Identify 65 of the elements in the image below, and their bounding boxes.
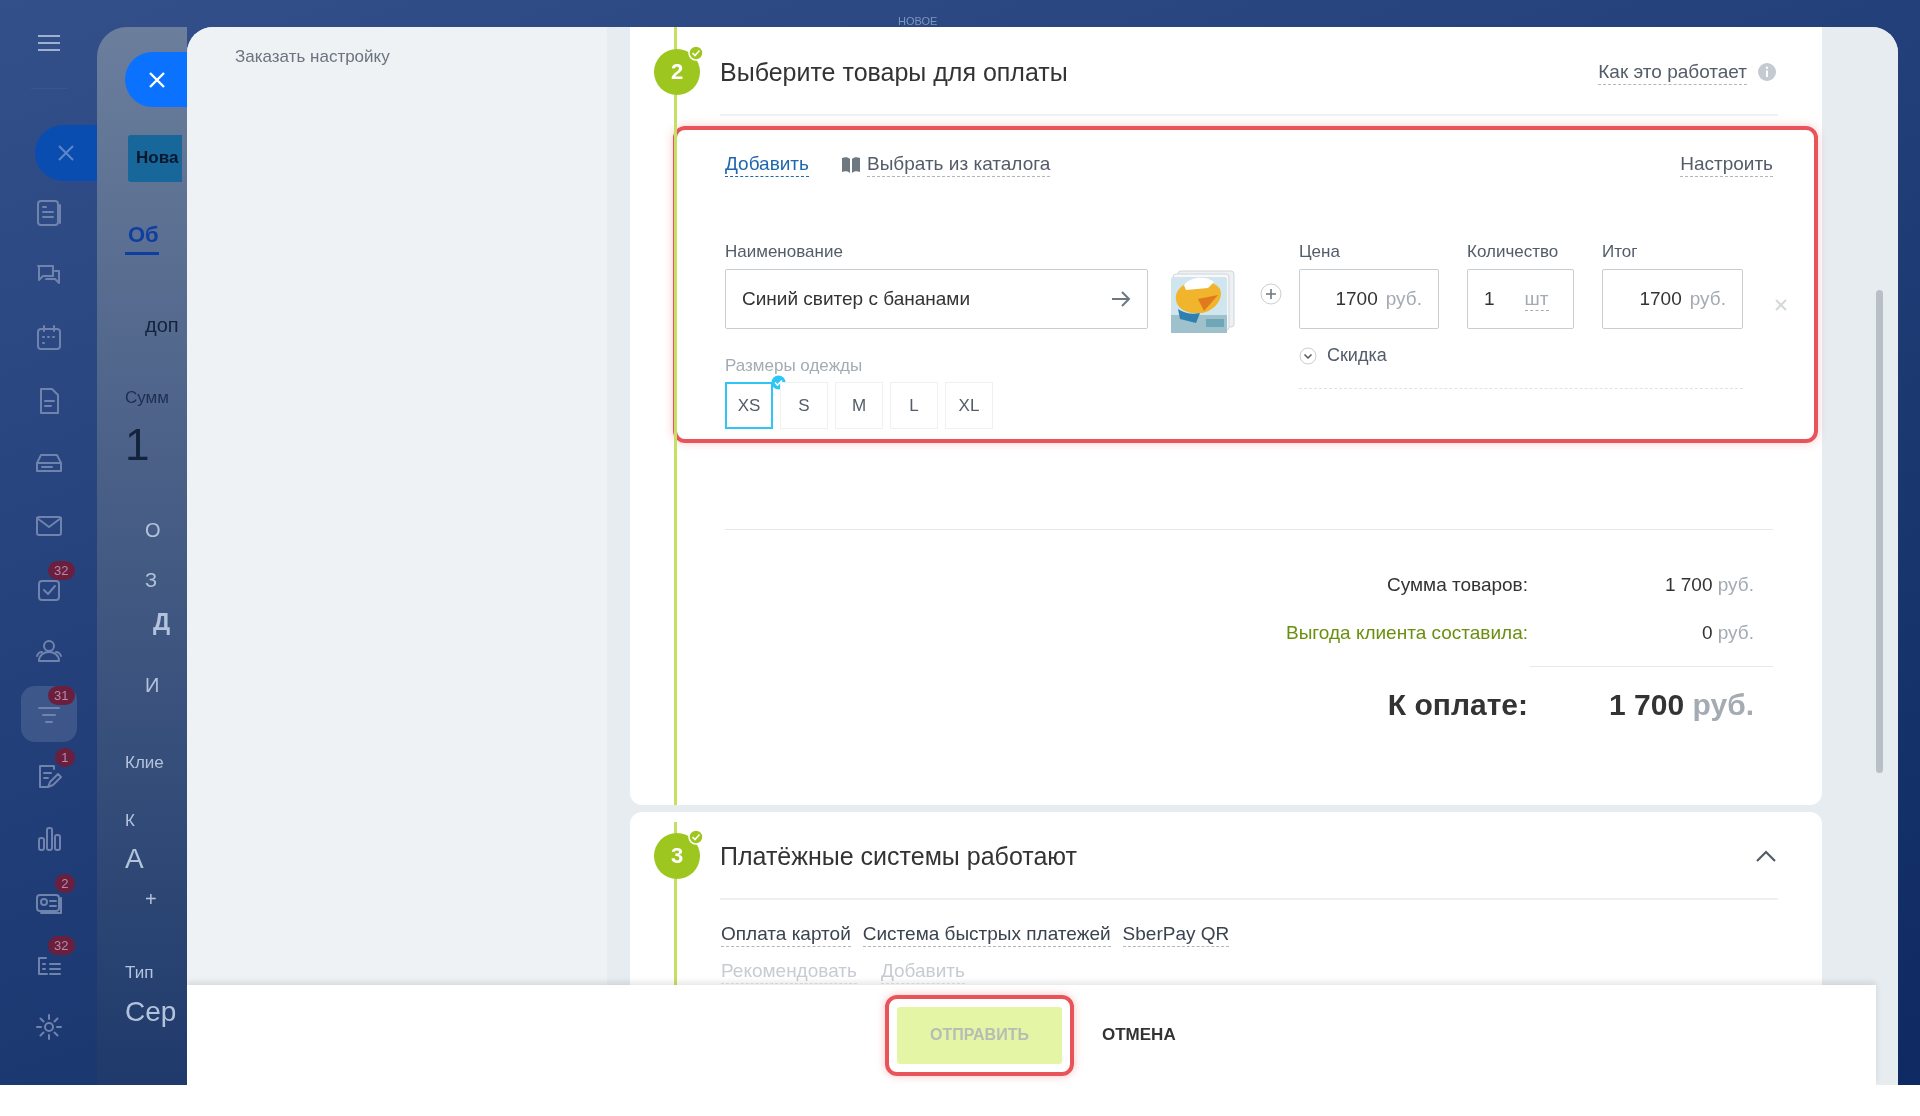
close-button[interactable] [125,52,187,107]
field-text: А [125,842,144,876]
book-icon [841,155,861,174]
field-text: К [125,810,135,832]
configure-link[interactable]: Настроить [1680,152,1773,177]
schedule-nav-item[interactable]: 32 [20,936,77,993]
summary-label: Выгода клиента составила: [1284,622,1528,644]
slider-title: Заказать настройку [235,47,390,66]
quantity-field[interactable]: 1 шт [1467,269,1574,329]
payment-system-link[interactable]: SberPay QR [1122,922,1230,947]
edit-nav-item[interactable]: 1 [20,748,77,805]
summary-label: Сумма товаров: [1386,574,1528,596]
size-option[interactable]: XS [725,382,773,429]
field-text: Тип [125,962,154,984]
summary-label: К оплате: [1386,688,1528,722]
info-icon[interactable] [1757,62,1777,82]
section-title: Выберите товары для оплаты [720,57,1069,87]
field-label: Наименование [725,241,844,263]
close-button[interactable] [35,125,97,181]
field-label: Количество [1467,241,1560,263]
summary-value: 1 700 руб. [1608,688,1754,722]
cancel-button[interactable]: ОТМЕНА [1098,1019,1180,1051]
total-field: 1700 руб. [1602,269,1743,329]
arrow-right-icon [1111,290,1131,308]
field-text: Сер [125,995,177,1029]
close-icon [57,144,75,162]
settings-icon [33,1011,64,1042]
link[interactable]: Д [125,605,171,639]
field-label: Итог [1602,241,1639,263]
scrollbar[interactable] [1876,290,1883,773]
add-link[interactable]: Добавить [725,152,809,177]
field-text: Клие [125,752,164,774]
payment-system-link[interactable]: Система быстрых платежей [862,922,1111,947]
chevron-icon[interactable] [1755,849,1777,863]
section-title: Платёжные системы работают [720,841,1078,871]
field-text: З [144,568,158,593]
product-name-field[interactable]: Синий свитер с бананами [725,269,1148,329]
payment-system-link[interactable]: Оплата картой [721,922,851,947]
field-text: + [144,887,157,912]
field-text: Сумм [125,387,169,409]
summary-value: 0 руб. [1700,622,1754,644]
help-link[interactable]: Как это работает [1598,59,1747,85]
size-option[interactable]: XL [945,382,993,429]
close-icon [147,69,167,90]
funnel-nav-item[interactable]: 31 [20,685,77,742]
close-icon[interactable] [1775,299,1787,311]
plus-icon[interactable] [1260,283,1282,305]
discount-toggle[interactable]: Скидка [1299,345,1387,366]
field-text: О [144,518,161,543]
chevron-icon [1299,346,1317,365]
field-text: доп [144,313,179,338]
catalog-link[interactable]: Выбрать из каталога [867,152,1051,177]
size-option[interactable]: L [890,382,938,429]
field-text: И [144,673,160,698]
size-option[interactable]: M [835,382,883,429]
field-label: Цена [1299,241,1341,263]
field-text: 1 [125,420,150,470]
top-bar-label: НОВОЕ [898,15,938,27]
summary-value: 1 700 руб. [1663,574,1754,596]
contact-nav-item[interactable]: 2 [20,873,77,930]
price-field[interactable]: 1700 руб. [1299,269,1439,329]
size-option[interactable]: S [780,382,828,429]
tasks-nav-item[interactable]: 32 [20,560,77,617]
menu-icon[interactable] [36,34,61,52]
field-label: Размеры одежды [725,355,864,377]
